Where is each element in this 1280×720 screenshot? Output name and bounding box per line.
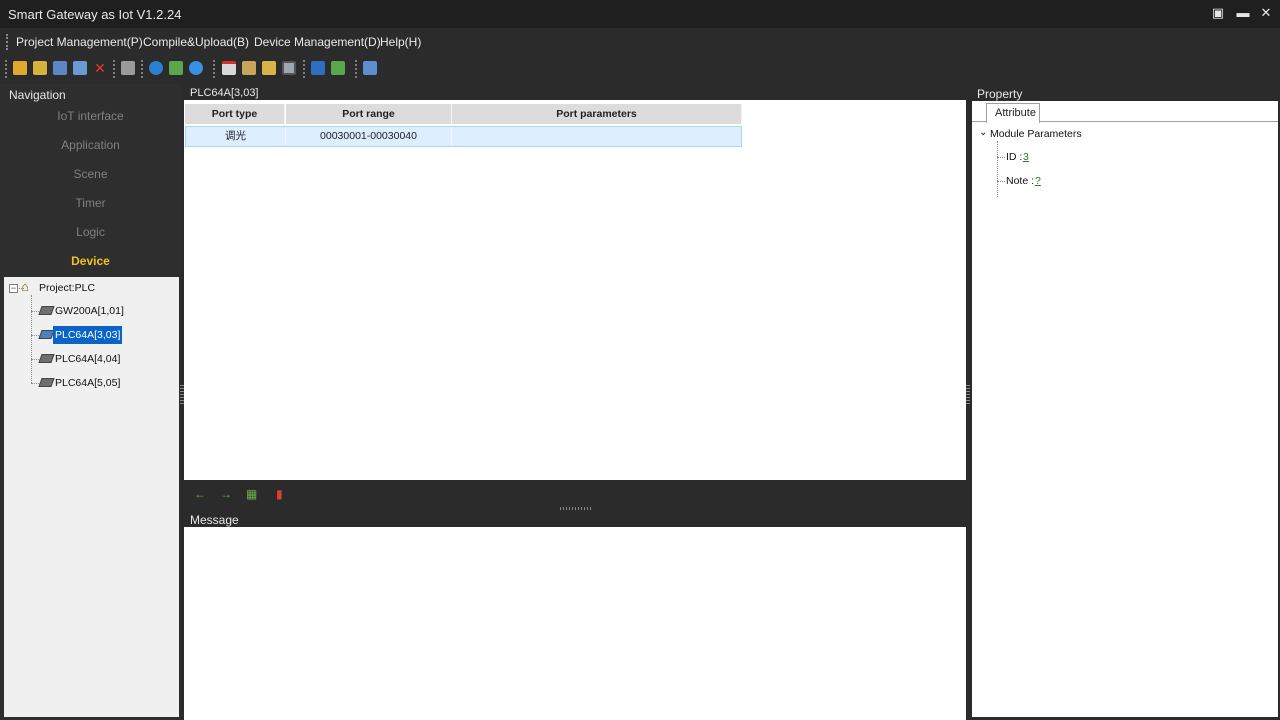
navigation-panel: Navigation IoT interface Application Sce… xyxy=(0,84,181,720)
chart-icon[interactable] xyxy=(262,61,276,75)
menu-help[interactable]: Help(H) xyxy=(380,35,421,49)
monitor-icon[interactable] xyxy=(282,61,296,75)
tree-line xyxy=(31,359,39,360)
toolbar-separator xyxy=(355,60,357,78)
calculator-icon[interactable] xyxy=(242,61,256,75)
menu-compile-upload[interactable]: Compile&Upload(B) xyxy=(143,35,249,49)
tree-node-device-selected[interactable]: PLC64A[3,03] xyxy=(53,326,123,344)
tree-line xyxy=(997,157,1005,158)
window-title: Smart Gateway as Iot V1.2.24 xyxy=(8,7,182,22)
note-label: Note : xyxy=(1006,175,1035,187)
column-header-port-type[interactable]: Port type xyxy=(185,104,285,124)
nav-item-scene[interactable]: Scene xyxy=(0,160,181,189)
toolbar: ✕ xyxy=(0,56,1280,82)
calendar-icon[interactable] xyxy=(222,61,236,75)
tree-line xyxy=(31,383,39,384)
toolbar-separator xyxy=(303,60,305,78)
chevron-down-icon[interactable]: ⌄ xyxy=(979,127,987,138)
open-folder-icon[interactable] xyxy=(13,61,27,75)
note-value[interactable]: ? xyxy=(1035,175,1041,187)
property-body: Attribute ⌄ Module Parameters ID : 3 Not… xyxy=(972,101,1278,717)
toolbar-separator xyxy=(213,60,215,78)
close-project-icon[interactable]: ✕ xyxy=(93,61,107,75)
tree-line xyxy=(31,295,32,383)
tree-line xyxy=(31,335,39,336)
cell-port-type[interactable]: 调光 xyxy=(186,127,286,146)
close-icon[interactable]: ✕ xyxy=(1256,4,1276,22)
tree-line xyxy=(997,181,1005,182)
toolbar-separator xyxy=(141,60,143,78)
module-parameters-group: Module Parameters xyxy=(990,128,1082,140)
property-header: Property xyxy=(977,87,1023,101)
save-as-icon[interactable] xyxy=(73,61,87,75)
upload-icon[interactable] xyxy=(311,61,325,75)
basket-icon[interactable]: ▦ xyxy=(246,487,257,501)
tab-attribute[interactable]: Attribute xyxy=(986,103,1040,123)
tree-line xyxy=(31,311,39,312)
property-tabstrip: Attribute xyxy=(972,101,1278,123)
menu-device-management[interactable]: Device Management(D) xyxy=(254,35,381,49)
settings-brush-icon[interactable] xyxy=(363,61,377,75)
cell-port-range[interactable]: 00030001-00030040 xyxy=(286,127,452,146)
tree-node-device[interactable]: GW200A[1,01] xyxy=(53,302,126,320)
run-icon[interactable] xyxy=(149,61,163,75)
open-project-icon[interactable] xyxy=(33,61,47,75)
menu-bar: Project Management(P) Compile&Upload(B) … xyxy=(0,30,1280,54)
device-tree: − ⌂ Project:PLC GW200A[1,01] PLC64A[3,03… xyxy=(4,277,179,717)
tree-node-device[interactable]: PLC64A[5,05] xyxy=(53,374,122,392)
property-panel: Property Attribute ⌄ Module Parameters I… xyxy=(970,84,1280,720)
port-panel-title: PLC64A[3,03] xyxy=(190,87,259,99)
port-panel: PLC64A[3,03] Port type Port range Port p… xyxy=(184,84,966,480)
basket-icon[interactable] xyxy=(169,61,183,75)
tree-collapse-toggle[interactable]: − xyxy=(9,284,18,293)
forward-arrow-icon[interactable]: → xyxy=(220,487,232,501)
navigation-header: Navigation xyxy=(9,88,66,102)
message-panel: Message xyxy=(184,510,966,720)
globe-icon[interactable] xyxy=(189,61,203,75)
nav-item-logic[interactable]: Logic xyxy=(0,218,181,247)
title-bar: Smart Gateway as Iot V1.2.24 ▣ ▬ ✕ xyxy=(0,0,1280,28)
download-icon[interactable] xyxy=(331,61,345,75)
erase-icon[interactable] xyxy=(121,61,135,75)
menu-grip xyxy=(6,34,8,50)
nav-item-application[interactable]: Application xyxy=(0,131,181,160)
menu-project-management[interactable]: Project Management(P) xyxy=(16,35,143,49)
tree-node-device[interactable]: PLC64A[4,04] xyxy=(53,350,122,368)
message-area[interactable] xyxy=(184,527,966,720)
column-header-port-range[interactable]: Port range xyxy=(286,104,452,124)
id-label: ID : xyxy=(1006,151,1023,163)
tree-root-project[interactable]: Project:PLC xyxy=(37,279,97,297)
table-row[interactable]: 调光 00030001-00030040 xyxy=(185,126,742,147)
save-icon[interactable] xyxy=(53,61,67,75)
id-value[interactable]: 3 xyxy=(1023,151,1029,163)
toolbar-grip xyxy=(5,60,7,78)
back-arrow-icon[interactable]: ← xyxy=(194,487,206,501)
port-panel-toolbar: ← → ▦ ▮ xyxy=(184,481,966,507)
toolbar-separator xyxy=(113,60,115,78)
nav-item-device[interactable]: Device xyxy=(0,247,181,276)
restore-icon[interactable]: ▣ xyxy=(1208,4,1228,22)
home-icon: ⌂ xyxy=(21,279,29,294)
message-header: Message xyxy=(190,513,239,527)
minimize-icon[interactable]: ▬ xyxy=(1233,4,1253,22)
nav-item-iot-interface[interactable]: IoT interface xyxy=(0,102,181,131)
pdf-icon[interactable]: ▮ xyxy=(276,487,283,501)
tree-line xyxy=(997,141,998,197)
port-grid: Port type Port range Port parameters 调光 … xyxy=(184,100,966,480)
nav-item-timer[interactable]: Timer xyxy=(0,189,181,218)
cell-port-parameters[interactable] xyxy=(452,127,741,146)
column-header-port-parameters[interactable]: Port parameters xyxy=(452,104,742,124)
